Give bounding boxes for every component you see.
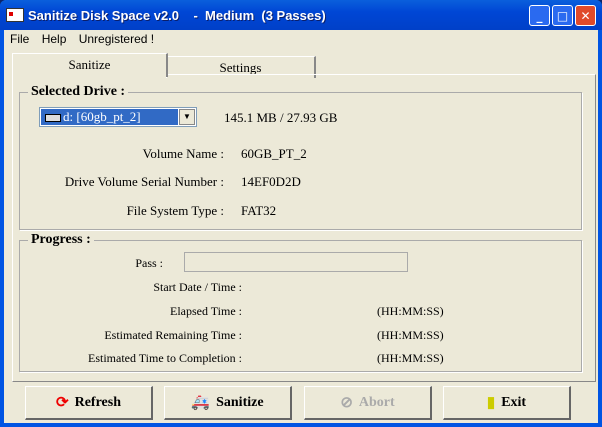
- pass-label: Pass :: [135, 256, 163, 270]
- drive-icon: [45, 114, 61, 122]
- volume-name-label: Volume Name :: [142, 146, 224, 161]
- elapsed-label: Elapsed Time :: [169, 304, 242, 318]
- serial-label: Drive Volume Serial Number :: [64, 174, 224, 189]
- fs-label: File System Type :: [126, 203, 224, 218]
- refresh-button[interactable]: ⟳ Refresh: [25, 386, 153, 420]
- fs-value: FAT32: [241, 203, 277, 218]
- sanitize-button[interactable]: 🚑 Sanitize: [164, 386, 292, 420]
- elapsed-unit: (HH:MM:SS): [377, 304, 444, 318]
- minimize-button[interactable]: _: [529, 5, 550, 26]
- tab-sanitize[interactable]: Sanitize: [12, 53, 168, 77]
- window-title: Sanitize Disk Space v2.0 - Medium (3 Pas…: [28, 8, 326, 23]
- close-button[interactable]: ✕: [575, 5, 596, 26]
- menu-bar: File Help Unregistered !: [10, 32, 163, 46]
- drive-space: 145.1 MB / 27.93 GB: [224, 110, 338, 125]
- pass-progress-bar: [184, 252, 408, 272]
- selected-drive-legend: Selected Drive :: [28, 84, 129, 100]
- remaining-label: Estimated Remaining Time :: [104, 328, 242, 342]
- progress-legend: Progress :: [28, 232, 94, 248]
- volume-name-value: 60GB_PT_2: [241, 146, 307, 161]
- completion-unit: (HH:MM:SS): [377, 351, 444, 365]
- ambulance-icon: 🚑: [191, 395, 211, 411]
- abort-button[interactable]: ⊘ Abort: [304, 386, 432, 420]
- menu-file[interactable]: File: [10, 32, 29, 46]
- start-label: Start Date / Time :: [153, 280, 242, 294]
- chevron-down-icon[interactable]: ▼: [179, 109, 195, 125]
- drive-select[interactable]: d: [60gb_pt_2] ▼: [39, 107, 197, 127]
- door-icon: ▮: [486, 395, 496, 411]
- title-bar: Sanitize Disk Space v2.0 - Medium (3 Pas…: [0, 0, 602, 30]
- exit-button[interactable]: ▮ Exit: [443, 386, 571, 420]
- sanitize-label: Sanitize: [216, 394, 264, 410]
- drive-select-value: d: [60gb_pt_2]: [63, 109, 141, 124]
- remaining-unit: (HH:MM:SS): [377, 328, 444, 342]
- refresh-label: Refresh: [74, 394, 121, 410]
- app-icon: [6, 8, 24, 22]
- abort-icon: ⊘: [340, 395, 353, 411]
- app-window: Sanitize Disk Space v2.0 - Medium (3 Pas…: [0, 0, 602, 427]
- exit-label: Exit: [501, 394, 527, 410]
- maximize-button[interactable]: □: [552, 5, 573, 26]
- abort-label: Abort: [358, 394, 395, 410]
- menu-unregistered[interactable]: Unregistered !: [79, 32, 154, 46]
- menu-help[interactable]: Help: [42, 32, 67, 46]
- refresh-icon: ⟳: [56, 395, 69, 411]
- completion-label: Estimated Time to Completion :: [87, 351, 242, 365]
- serial-value: 14EF0D2D: [241, 174, 301, 189]
